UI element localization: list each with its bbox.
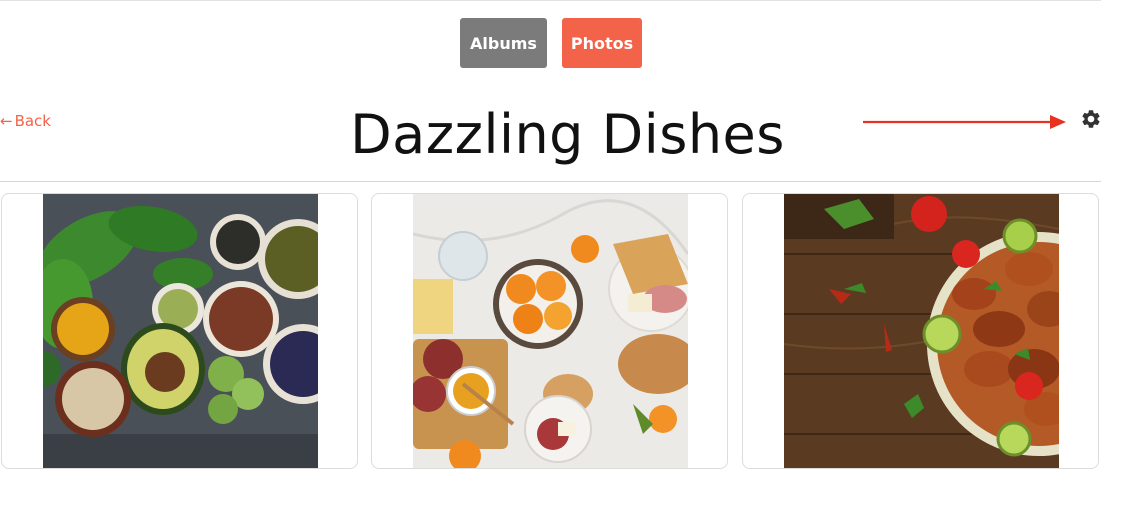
red-arrow-icon xyxy=(863,115,1066,129)
back-label: Back xyxy=(14,112,51,130)
album-title: Dazzling Dishes xyxy=(350,103,785,166)
photo-image xyxy=(784,194,1059,468)
photo-card[interactable] xyxy=(742,193,1099,469)
top-divider xyxy=(0,0,1101,1)
photo-card[interactable] xyxy=(371,193,728,469)
photos-tab-button[interactable]: Photos xyxy=(562,18,642,68)
album-page: Albums Photos ← Back Dazzling Dishes xyxy=(0,0,1139,518)
arrow-left-icon: ← xyxy=(0,112,13,130)
gear-icon[interactable] xyxy=(1080,108,1102,130)
photo-image xyxy=(43,194,318,468)
photo-image xyxy=(413,194,688,468)
header-divider xyxy=(0,181,1101,182)
back-link[interactable]: ← Back xyxy=(0,110,51,132)
albums-tab-button[interactable]: Albums xyxy=(460,18,547,68)
photo-card[interactable] xyxy=(1,193,358,469)
